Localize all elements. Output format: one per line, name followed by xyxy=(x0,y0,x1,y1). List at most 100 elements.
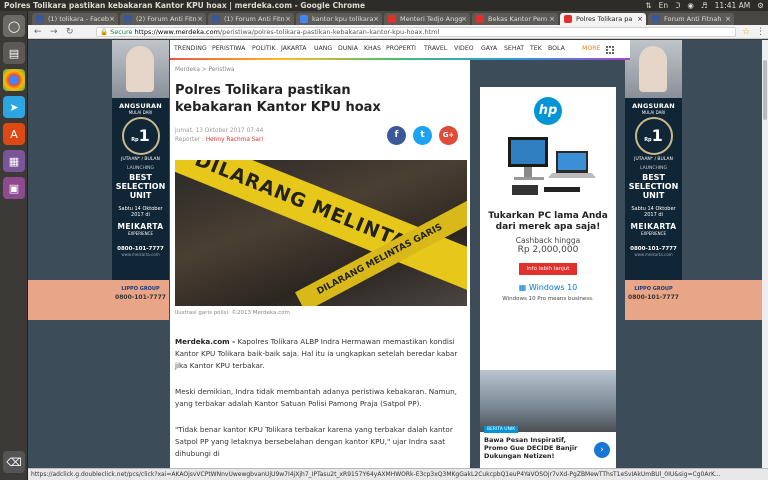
tab-6-active[interactable]: Polres Tolikara pa × xyxy=(560,13,646,25)
nav-peristiwa[interactable]: PERISTIWA xyxy=(212,45,245,52)
ad-brand: MEIKARTA xyxy=(630,222,677,231)
address-bar[interactable]: 🔒 Secure https://www.merdeka.com/peristi… xyxy=(96,27,736,37)
merdeka-favicon-icon xyxy=(388,15,396,23)
ad-price: Rp 2,000,000 xyxy=(517,245,579,255)
windows-icon: ▦ xyxy=(518,283,527,292)
close-tab-icon[interactable]: × xyxy=(197,13,203,25)
omnibox-bar: ← → ↻ 🔒 Secure https://www.merdeka.com/p… xyxy=(28,25,768,39)
ad-text: LIPPO GROUP xyxy=(121,286,160,292)
ad-text: 1 xyxy=(651,126,663,145)
tab-1[interactable]: (2) Forum Anti Fitn × xyxy=(120,13,206,25)
tab-7[interactable]: Forum Anti Fitnah × xyxy=(648,13,734,25)
app-icon[interactable]: ▣ xyxy=(3,177,25,199)
close-tab-icon[interactable]: × xyxy=(285,13,291,25)
google-plus-share-icon[interactable]: G+ xyxy=(439,126,458,145)
tab-2[interactable]: (1) Forum Anti Fitn × xyxy=(208,13,294,25)
telegram-icon[interactable]: ➤ xyxy=(3,96,25,118)
reporter-line: Reporter : Henny Rachma Sari xyxy=(175,137,263,143)
ad-text: JUTAAN* / BULAN xyxy=(634,157,673,162)
close-tab-icon[interactable]: × xyxy=(637,13,643,25)
apps-grid-icon[interactable] xyxy=(606,46,614,54)
forward-arrow-icon[interactable]: → xyxy=(50,26,58,38)
files-icon[interactable]: ▤ xyxy=(3,42,25,64)
news-teaser[interactable]: BERITA UNIK Bawa Pesan Inspiratif, Promo… xyxy=(480,370,616,468)
ad-text: LIPPO GROUP xyxy=(634,286,673,292)
tab-5[interactable]: Bekas Kantor Pem × xyxy=(472,13,558,25)
dash-icon[interactable]: ◯ xyxy=(3,15,25,37)
nav-more[interactable]: MORE xyxy=(582,45,600,52)
ad-subhead: Cashback hingga xyxy=(515,236,581,245)
left-side-ad[interactable]: ANGSURAN MULAI DARI Rp1 JUTAAN* / BULAN … xyxy=(112,40,169,280)
tab-3[interactable]: kantor kpu tolikara × xyxy=(296,13,382,25)
ad-headline: Tukarkan PC lama Anda dari merek apa saj… xyxy=(488,211,608,232)
site-nav: TRENDING PERISTIWA POLITIK JAKARTA UANG … xyxy=(170,40,630,60)
clock[interactable]: 11:41 AM xyxy=(715,0,751,11)
back-arrow-icon[interactable]: ← xyxy=(34,26,42,38)
close-tab-icon[interactable]: × xyxy=(109,13,115,25)
hp-ad[interactable]: hp Tukarkan PC lama Anda dari merek apa … xyxy=(480,87,616,379)
news-image xyxy=(480,370,616,432)
news-title[interactable]: Bawa Pesan Inspiratif, Promo Gue DECIDE … xyxy=(480,432,590,464)
headline: Polres Tolikara pastikan kebakaran Kanto… xyxy=(175,83,381,115)
ad-text: ANGSURAN xyxy=(632,102,675,110)
ad-text: LAUNCHING xyxy=(639,166,668,171)
reporter-name[interactable]: Henny Rachma Sari xyxy=(206,137,263,143)
next-arrow-icon[interactable]: › xyxy=(594,442,610,458)
nav-tek[interactable]: TEK xyxy=(530,45,542,52)
facebook-favicon-icon xyxy=(124,15,132,23)
chrome-icon[interactable] xyxy=(3,69,25,91)
right-side-ad[interactable]: ANGSURAN MULAI DARI Rp1 JUTAAN* / BULAN … xyxy=(625,40,682,280)
breadcrumb[interactable]: Merdeka > Peristiwa xyxy=(175,67,235,73)
nav-khas[interactable]: KHAS xyxy=(364,45,381,52)
ad-model-image xyxy=(625,40,682,98)
tab-0[interactable]: (1) tolikara - Faceb × xyxy=(32,13,118,25)
os-top-bar: Polres Tolikara pastikan kebakaran Kanto… xyxy=(0,0,768,11)
nav-bola[interactable]: BOLA xyxy=(548,45,565,52)
reload-icon[interactable]: ↻ xyxy=(66,26,74,38)
network-icon[interactable]: ⇅ xyxy=(645,0,651,11)
nav-travel[interactable]: TRAVEL xyxy=(424,45,447,52)
libreoffice-icon[interactable]: ▦ xyxy=(3,150,25,172)
ad-text: Rp xyxy=(131,137,139,143)
menu-icon[interactable]: ⋮ xyxy=(756,26,765,38)
settings-gear-icon[interactable]: ⚙ xyxy=(757,0,764,11)
keyboard-icon[interactable]: En xyxy=(659,0,669,11)
twitter-share-icon[interactable]: t xyxy=(413,126,432,145)
nav-trending[interactable]: TRENDING xyxy=(174,45,207,52)
wifi-icon[interactable]: ◉ xyxy=(687,0,694,11)
close-tab-icon[interactable]: × xyxy=(373,13,379,25)
ad-text: EXPERIENCE xyxy=(127,231,153,236)
nav-dunia[interactable]: DUNIA xyxy=(338,45,358,52)
news-tag: BERITA UNIK xyxy=(484,426,519,433)
close-tab-icon[interactable]: × xyxy=(725,13,731,25)
tab-label: (1) tolikara - Faceb xyxy=(48,15,110,23)
close-tab-icon[interactable]: × xyxy=(461,13,467,25)
nav-sehat[interactable]: SEHAT xyxy=(504,45,524,52)
nav-video[interactable]: VIDEO xyxy=(454,45,474,52)
nav-uang[interactable]: UANG xyxy=(314,45,332,52)
lock-icon[interactable]: 🔒 xyxy=(100,28,108,36)
bluetooth-icon[interactable]: ℑ xyxy=(675,0,680,11)
nav-politik[interactable]: POLITIK xyxy=(252,45,276,52)
volume-icon[interactable]: ♬ xyxy=(701,0,708,11)
nav-gaya[interactable]: GAYA xyxy=(481,45,497,52)
tab-label: Menteri Tedjo Angg xyxy=(400,15,463,23)
info-button[interactable]: Info lebih lanjut xyxy=(518,263,578,275)
page-scrollbar[interactable] xyxy=(762,40,768,468)
facebook-share-icon[interactable]: f xyxy=(387,126,406,145)
nav-properti[interactable]: PROPERTI xyxy=(386,45,416,52)
scroll-thumb[interactable] xyxy=(763,60,767,120)
tab-4[interactable]: Menteri Tedjo Angg × xyxy=(384,13,470,25)
close-tab-icon[interactable]: × xyxy=(549,13,555,25)
tab-label: (1) Forum Anti Fitn xyxy=(224,15,285,23)
left-ad-footer[interactable]: LIPPO GROUP 0800-101-7777 xyxy=(112,280,169,320)
hp-logo: hp xyxy=(534,97,562,125)
right-ad-footer[interactable]: LIPPO GROUP 0800-101-7777 xyxy=(625,280,682,320)
paragraph-3: "Tidak benar kantor KPU Tolikara terbaka… xyxy=(175,425,453,458)
article-date: Jumat, 13 Oktober 2017 07:44 xyxy=(175,128,264,134)
nav-jakarta[interactable]: JAKARTA xyxy=(281,45,307,52)
bookmark-star-icon[interactable]: ☆ xyxy=(742,26,750,38)
facebook-favicon-icon xyxy=(212,15,220,23)
trash-icon[interactable]: ⌫ xyxy=(3,451,25,473)
ubuntu-software-icon[interactable]: A xyxy=(3,123,25,145)
